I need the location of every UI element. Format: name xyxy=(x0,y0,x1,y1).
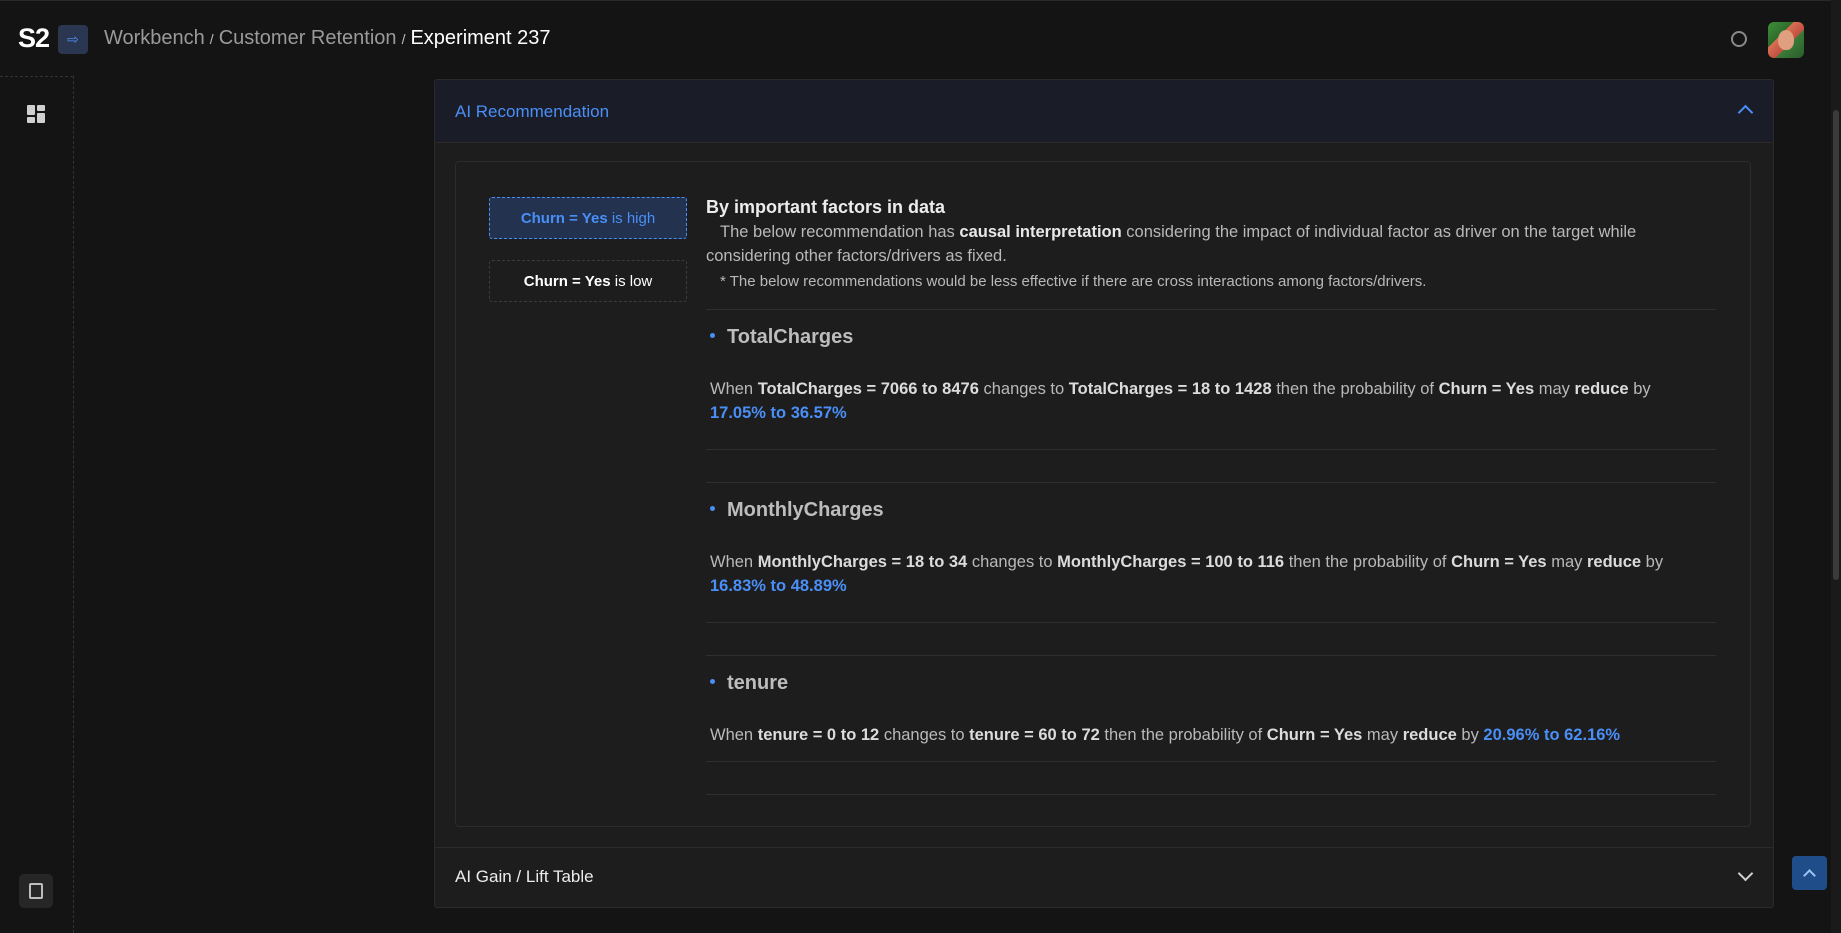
factor-heading: tenure xyxy=(710,672,788,695)
option-target: Churn = Yes xyxy=(520,209,608,227)
description: The below recommendation has causal inte… xyxy=(706,223,1637,265)
top-bar: S2 ⇨ Workbench / Customer Retention / Ex… xyxy=(0,0,1841,77)
option-suffix: is low xyxy=(614,272,653,290)
dashboard-icon[interactable] xyxy=(27,105,45,123)
gain-lift-header[interactable]: AI Gain / Lift Table xyxy=(435,847,1773,908)
option-churn-low[interactable]: Churn = Yes is low xyxy=(489,260,687,302)
arrow-right-icon: ⇨ xyxy=(67,31,79,47)
bullet-icon xyxy=(710,679,715,685)
chevron-up-icon xyxy=(1803,869,1816,882)
document-icon xyxy=(29,883,43,899)
breadcrumb-separator: / xyxy=(401,31,406,47)
bullet-icon xyxy=(710,506,715,512)
divider xyxy=(706,794,1716,795)
section-title: By important factors in data xyxy=(706,197,946,217)
scroll-to-top-button[interactable] xyxy=(1792,856,1827,890)
main-panel: AI Recommendation Churn = Yes is high Ch… xyxy=(434,79,1774,908)
breadcrumb: Workbench / Customer Retention / Experim… xyxy=(104,27,551,50)
breadcrumb-customer-retention[interactable]: Customer Retention xyxy=(219,27,397,50)
document-button[interactable] xyxy=(19,874,53,908)
option-churn-high[interactable]: Churn = Yes is high xyxy=(489,197,687,239)
note: * The below recommendations would be les… xyxy=(720,273,1427,290)
page-scrollbar[interactable] xyxy=(1831,0,1841,933)
option-target: Churn = Yes xyxy=(523,272,611,290)
gain-lift-title: AI Gain / Lift Table xyxy=(455,867,594,886)
factor-heading: MonthlyCharges xyxy=(710,499,884,522)
app-logo[interactable]: S2 xyxy=(18,23,50,54)
search-icon[interactable] xyxy=(1731,31,1747,47)
avatar[interactable] xyxy=(1768,22,1804,58)
recommendation-card: Churn = Yes is high Churn = Yes is low B… xyxy=(455,161,1751,827)
breadcrumb-workbench[interactable]: Workbench xyxy=(104,27,205,50)
breadcrumb-current: Experiment 237 xyxy=(410,27,551,49)
divider xyxy=(706,449,1716,450)
recommendation-content: By important factors in data The below r… xyxy=(706,197,1716,795)
sidebar-divider xyxy=(0,76,73,77)
factor-heading: TotalCharges xyxy=(710,326,853,349)
chevron-up-icon[interactable] xyxy=(1737,104,1754,121)
divider xyxy=(706,761,1716,762)
expand-sidebar-button[interactable]: ⇨ xyxy=(58,25,88,54)
breadcrumb-separator: / xyxy=(209,31,214,47)
chevron-down-icon[interactable] xyxy=(1737,865,1754,882)
recommendation-item: MonthlyCharges When MonthlyCharges = 18 … xyxy=(706,482,1716,595)
bullet-icon xyxy=(710,333,715,339)
recommendation-text: When tenure = 0 to 12 changes to tenure … xyxy=(710,726,1621,744)
recommendation-text: When TotalCharges = 7066 to 8476 changes… xyxy=(710,380,1651,422)
divider xyxy=(706,622,1716,623)
ai-recommendation-header[interactable]: AI Recommendation xyxy=(435,80,1773,143)
recommendation-item: tenure When tenure = 0 to 12 changes to … xyxy=(706,655,1716,744)
recommendation-text: When MonthlyCharges = 18 to 34 changes t… xyxy=(710,553,1664,595)
recommendation-item: TotalCharges When TotalCharges = 7066 to… xyxy=(706,309,1716,422)
ai-recommendation-title: AI Recommendation xyxy=(455,102,610,121)
sidebar xyxy=(0,76,74,933)
scrollbar-thumb[interactable] xyxy=(1833,110,1839,580)
option-suffix: is high xyxy=(611,209,656,227)
